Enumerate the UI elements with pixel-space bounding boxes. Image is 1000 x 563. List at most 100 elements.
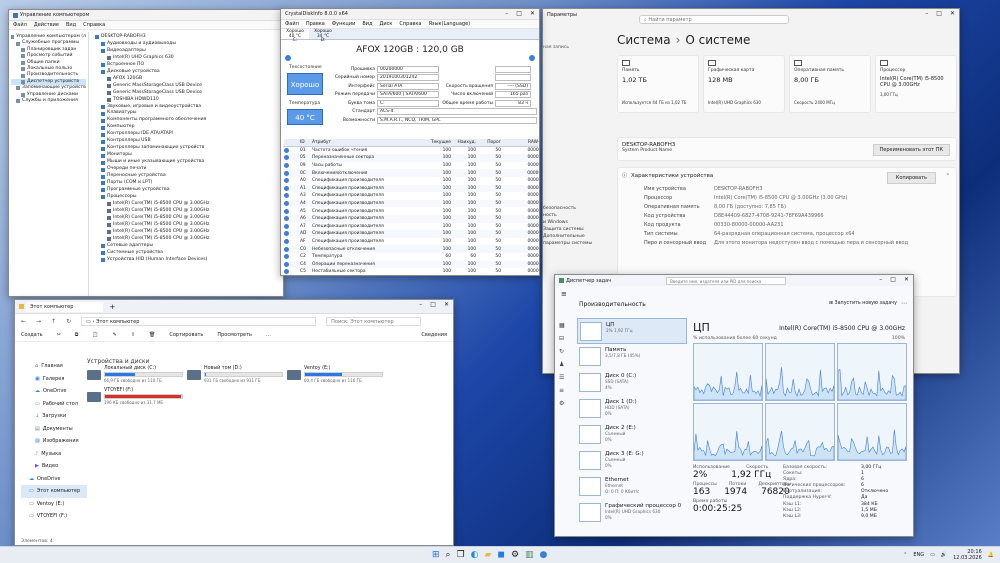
drive-tile[interactable]: Ventoy (E:) 60,4 ГБ свободно из 116 ГБ [287,366,383,386]
menu-item[interactable]: Правка [306,21,325,27]
smart-row[interactable]: A7 Спецификация производителя 100 100 50 0000… [284,223,539,231]
nav-icon-6[interactable]: ⚙ [559,397,569,410]
perf-item[interactable]: Графический процессор 0 Intel(R) UHD Grap… [577,500,687,526]
nav-item[interactable]: ▭ VTOYEFI (F:) [21,510,87,523]
smart-row[interactable]: C2 Температура 60 60 50 000000000028 [284,253,539,261]
settings-search[interactable]: ⌕ Найти параметр [639,15,789,24]
minimize-icon[interactable]: – [505,10,508,17]
smart-row[interactable]: C4 Операции переназначения 100 100 50 0000000… [284,260,539,269]
search-icon[interactable]: ⌕ [446,550,451,560]
forward-icon[interactable]: → [36,318,41,325]
close-icon[interactable]: ✕ [444,301,449,308]
device-tree-item[interactable]: Intel(R) Core(TM) i5-8500 CPU @ 3.00GHz [95,201,281,208]
rename-button[interactable]: Переименовать этот ПК [872,144,950,156]
rename-icon[interactable]: ✎ [113,332,117,338]
nav-item[interactable]: ▣ Галерея [21,373,87,386]
paste-icon[interactable]: 📋 [92,332,98,338]
run-task-button[interactable]: ⊞ Запустить новую задачу [829,301,897,306]
perf-item[interactable]: Диск 1 (D:) HDD (SATA) 0% [577,396,687,422]
clock[interactable]: 20:16 12.03.2026 [953,549,982,561]
notification-icon[interactable]: 🔔 [988,552,994,558]
nav-item[interactable]: ↓ Загрузки [21,410,87,423]
device-tree-item[interactable]: Встроенное ПО [95,62,281,69]
smart-row[interactable]: A4 Спецификация производителя 100 100 50 0000… [284,199,539,208]
device-tree-item[interactable]: Intel(R) Core(TM) i5-8500 CPU @ 3.00GHz [95,215,281,222]
smart-row[interactable]: A5 Спецификация производителя 100 100 50 0000… [284,207,539,215]
perf-item[interactable]: Диск 2 (E:) Съемный 0% [577,422,687,448]
device-tree-item[interactable]: Intel(R) UHD Graphics 630 [95,55,281,62]
menu-item[interactable]: Файл [13,22,27,28]
device-tree-item[interactable]: Generic MassStorageClass USB Device [95,90,281,97]
menu-item[interactable]: Действие [34,22,59,28]
device-tree-item[interactable]: Порты (COM и LPT) [95,180,281,187]
device-tree-item[interactable]: TOSHIBA HDWD110 [95,97,281,104]
maximize-icon[interactable]: □ [430,301,436,308]
device-tree-item[interactable]: Intel(R) Core(TM) i5-8500 CPU @ 3.00GHz [95,208,281,215]
breadcrumb-root[interactable]: Система [617,33,671,47]
sidebar-link[interactable]: и Windows [543,219,613,226]
tray-chevron-icon[interactable]: ⌃ [903,552,907,558]
device-tree-item[interactable]: Intel(R) Core(TM) i5-8500 CPU @ 3.00GHz [95,236,281,243]
disk-tab[interactable]: Хорошо 34 °C D: [309,29,337,42]
nav-item[interactable]: ▭ Ventoy (E:) [21,498,87,511]
menu-item[interactable]: Диск [379,21,392,27]
sidebar-link[interactable]: ность [543,212,613,219]
start-icon[interactable]: ⊞ [432,550,440,560]
copy-icon[interactable]: ⧉ [75,332,79,338]
device-tree-item[interactable]: Устройства HID (Human Interface Devices) [95,257,281,264]
hamburger-icon[interactable]: ≡ [561,290,567,298]
menu-item[interactable]: Справка [399,21,421,27]
settings-app-icon[interactable]: ⚙ [511,550,519,560]
perf-item[interactable]: Диск 0 (C:) SSD (SATA) 4% [577,370,687,396]
cut-icon[interactable]: ✂ [57,332,61,338]
maximize-icon[interactable]: □ [890,276,896,283]
nav-item[interactable]: ⌂ Главная [21,360,87,373]
view-button[interactable]: Просмотреть [217,332,252,338]
smart-col-header[interactable]: Текущее [422,140,454,145]
device-tree-item[interactable]: Intel(R) Core(TM) i5-8500 CPU @ 3.00GHz [95,229,281,236]
device-tree-item[interactable]: Сетевые адаптеры [95,243,281,250]
menu-item[interactable]: Функции [332,21,355,27]
menu-item[interactable]: Вид [66,22,76,28]
perf-item[interactable]: Память 3,5/7,8 ГБ (45%) [577,344,687,370]
nav-icon-4[interactable]: ☰ [559,371,569,384]
menu-item[interactable]: Вид [362,21,372,27]
smart-row[interactable]: A3 Спецификация производителя 100 100 50 0000… [284,192,539,200]
edge-icon[interactable]: ◐ [471,550,479,560]
network-icon[interactable]: ▭ [930,552,935,558]
share-icon[interactable]: ⇪ [131,332,135,338]
smart-row[interactable]: 01 Частота ошибок чтения 100 100 50 000000000… [284,147,539,155]
close-icon[interactable]: ✕ [950,10,955,17]
smart-row[interactable]: A6 Спецификация производителя 100 100 50 0000… [284,214,539,223]
delete-icon[interactable]: 🗑 [149,332,155,338]
smart-row[interactable]: A0 Спецификация производителя 100 100 50 0000… [284,177,539,185]
menu-item[interactable]: Язык(Language) [428,21,470,27]
create-button[interactable]: Создать [21,332,43,338]
menu-item[interactable]: Справка [83,22,105,28]
close-icon[interactable]: ✕ [904,276,909,283]
store-icon[interactable]: ◼ [497,550,504,560]
sidebar-link[interactable]: безопасность [543,205,613,212]
refresh-icon[interactable]: ↻ [66,318,71,325]
minimize-icon[interactable]: – [925,10,928,17]
file-explorer-icon[interactable]: ▰ [485,550,492,560]
smart-col-header[interactable]: RAW-значения [504,140,539,145]
smart-col-header[interactable]: ID [300,140,312,145]
volume-icon[interactable]: 🔊 [941,552,947,558]
smart-row[interactable]: 0C Включения/отключения 100 100 50 0000000000… [284,169,539,177]
maximize-icon[interactable]: □ [936,10,942,17]
smart-col-header[interactable]: Наихуд. [454,140,479,145]
nav-icon-3[interactable]: ♟ [559,358,569,371]
sort-button[interactable]: Сортировать [169,332,203,338]
crystaldisk-app-icon[interactable]: ● [540,550,548,560]
nav-item[interactable]: ♪ Музыка [21,448,87,461]
smart-row[interactable]: 05 Переназначенные сектора 100 100 50 0000000… [284,154,539,162]
device-tree-item[interactable]: DESKTOP-RABOFH3 [95,34,281,41]
console-tree-item[interactable]: Службы и приложения [11,98,86,104]
nav-item[interactable]: ▤ Документы [21,423,87,436]
nav-icon-0[interactable]: ▦ [559,319,569,332]
new-tab-button[interactable]: + [109,303,115,311]
drive-tile[interactable]: VTOYEFI (F:) 196 КБ свободно из 31,7 МБ [87,388,183,408]
nav-item[interactable]: ▭ Рабочий стол [21,398,87,411]
nav-item[interactable]: ▨ Изображения [21,435,87,448]
